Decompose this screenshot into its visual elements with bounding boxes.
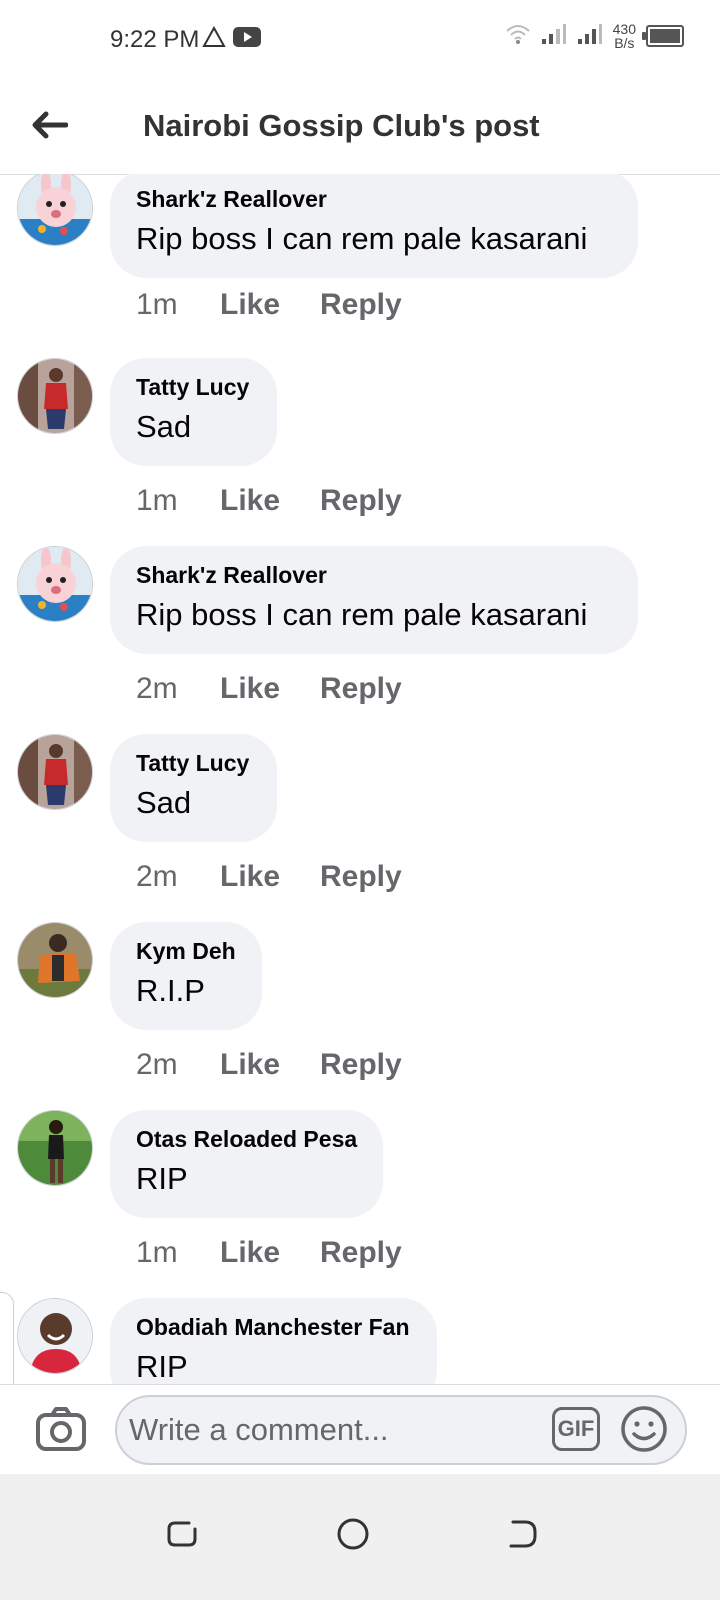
comment-actions: 1m Like Reply [136, 1236, 402, 1270]
comment-time: 2m [136, 860, 178, 893]
avatar[interactable] [17, 1110, 93, 1186]
side-drawer-handle[interactable] [0, 1292, 14, 1384]
comment-time: 2m [136, 672, 178, 705]
comment-bubble[interactable]: Shark'z Reallover Rip boss I can rem pal… [110, 546, 638, 654]
comment-author[interactable]: Kym Deh [136, 938, 236, 965]
page-title: Nairobi Gossip Club's post [143, 108, 540, 143]
comment-actions: 2m Like Reply [136, 1048, 402, 1082]
reply-button[interactable]: Reply [320, 288, 402, 322]
like-button[interactable]: Like [220, 860, 320, 894]
network-speed-unit: B/s [614, 35, 635, 51]
comment-time: 1m [136, 288, 178, 321]
signal-icon [541, 23, 567, 50]
reply-button[interactable]: Reply [320, 1236, 402, 1270]
comment-time: 1m [136, 484, 178, 517]
comment-text: RIP [136, 1349, 188, 1384]
comment-actions: 1m Like Reply [136, 484, 402, 518]
like-button[interactable]: Like [220, 1048, 320, 1082]
network-speed-value: 430 [612, 21, 636, 37]
avatar[interactable] [17, 546, 93, 622]
comment-text: Rip boss I can rem pale kasarani [136, 597, 588, 632]
back-nav-button[interactable] [492, 1506, 552, 1566]
reply-button[interactable]: Reply [320, 672, 402, 706]
reply-button[interactable]: Reply [320, 860, 402, 894]
comment-time: 1m [136, 1236, 178, 1269]
recent-apps-button[interactable] [152, 1506, 212, 1566]
comment-text: RIP [136, 1161, 188, 1196]
comment-author[interactable]: Tatty Lucy [136, 750, 251, 777]
comment-author[interactable]: Shark'z Reallover [136, 186, 612, 213]
comment-actions: 2m Like Reply [136, 860, 402, 894]
network-speed: 430 B/s [613, 22, 636, 50]
comment-input[interactable] [115, 1395, 687, 1465]
app-bar: Nairobi Gossip Club's post [0, 84, 720, 175]
recent-apps-icon [165, 1517, 199, 1556]
comment-actions: 2m Like Reply [136, 672, 402, 706]
comment-text: Sad [136, 785, 192, 820]
back-nav-icon [505, 1517, 539, 1556]
comment-text: Rip boss I can rem pale kasarani [136, 221, 588, 256]
emoji-button[interactable] [620, 1405, 668, 1453]
camera-icon [34, 1407, 88, 1461]
avatar[interactable] [17, 174, 93, 246]
home-button[interactable] [323, 1506, 383, 1566]
comment-bubble[interactable]: Shark'z Reallover Rip boss I can rem pal… [110, 174, 638, 278]
comment-composer: GIF [0, 1384, 720, 1475]
alert-triangle-icon [202, 25, 226, 53]
comment-author[interactable]: Shark'z Reallover [136, 562, 612, 589]
comment-author[interactable]: Tatty Lucy [136, 374, 251, 401]
system-nav-bar [0, 1474, 720, 1600]
comment-list[interactable]: Shark'z Reallover Rip boss I can rem pal… [0, 174, 720, 1384]
youtube-icon [232, 26, 262, 53]
comment-bubble[interactable]: Otas Reloaded Pesa RIP [110, 1110, 383, 1218]
comment-bubble[interactable]: Tatty Lucy Sad [110, 358, 277, 466]
comment-author[interactable]: Otas Reloaded Pesa [136, 1126, 357, 1153]
comment-bubble[interactable]: Obadiah Manchester Fan RIP [110, 1298, 437, 1384]
like-button[interactable]: Like [220, 672, 320, 706]
status-left-icons [202, 25, 262, 53]
emoji-icon [620, 1406, 668, 1457]
status-right-icons: 430 B/s [505, 22, 684, 50]
comment-text: Sad [136, 409, 192, 444]
status-time: 9:22 PM [110, 26, 200, 53]
status-bar: 9:22 PM 430 B/s [0, 0, 720, 84]
home-circle-icon [336, 1517, 370, 1556]
avatar[interactable] [17, 358, 93, 434]
comment-author[interactable]: Obadiah Manchester Fan [136, 1314, 411, 1341]
avatar[interactable] [17, 734, 93, 810]
comment-bubble[interactable]: Tatty Lucy Sad [110, 734, 277, 842]
wifi-icon [505, 23, 531, 50]
comment-actions: 1m Like Reply [136, 288, 402, 322]
reply-button[interactable]: Reply [320, 484, 402, 518]
like-button[interactable]: Like [220, 1236, 320, 1270]
battery-icon [642, 25, 684, 47]
reply-button[interactable]: Reply [320, 1048, 402, 1082]
camera-button[interactable] [34, 1403, 88, 1457]
like-button[interactable]: Like [220, 484, 320, 518]
comment-time: 2m [136, 1048, 178, 1081]
avatar[interactable] [17, 1298, 93, 1374]
like-button[interactable]: Like [220, 288, 320, 322]
gif-button[interactable]: GIF [552, 1407, 600, 1451]
comment-bubble[interactable]: Kym Deh R.I.P [110, 922, 262, 1030]
signal-icon [577, 23, 603, 50]
avatar[interactable] [17, 922, 93, 998]
comment-text: R.I.P [136, 973, 205, 1008]
back-button[interactable] [24, 102, 74, 152]
back-arrow-icon [30, 110, 69, 145]
